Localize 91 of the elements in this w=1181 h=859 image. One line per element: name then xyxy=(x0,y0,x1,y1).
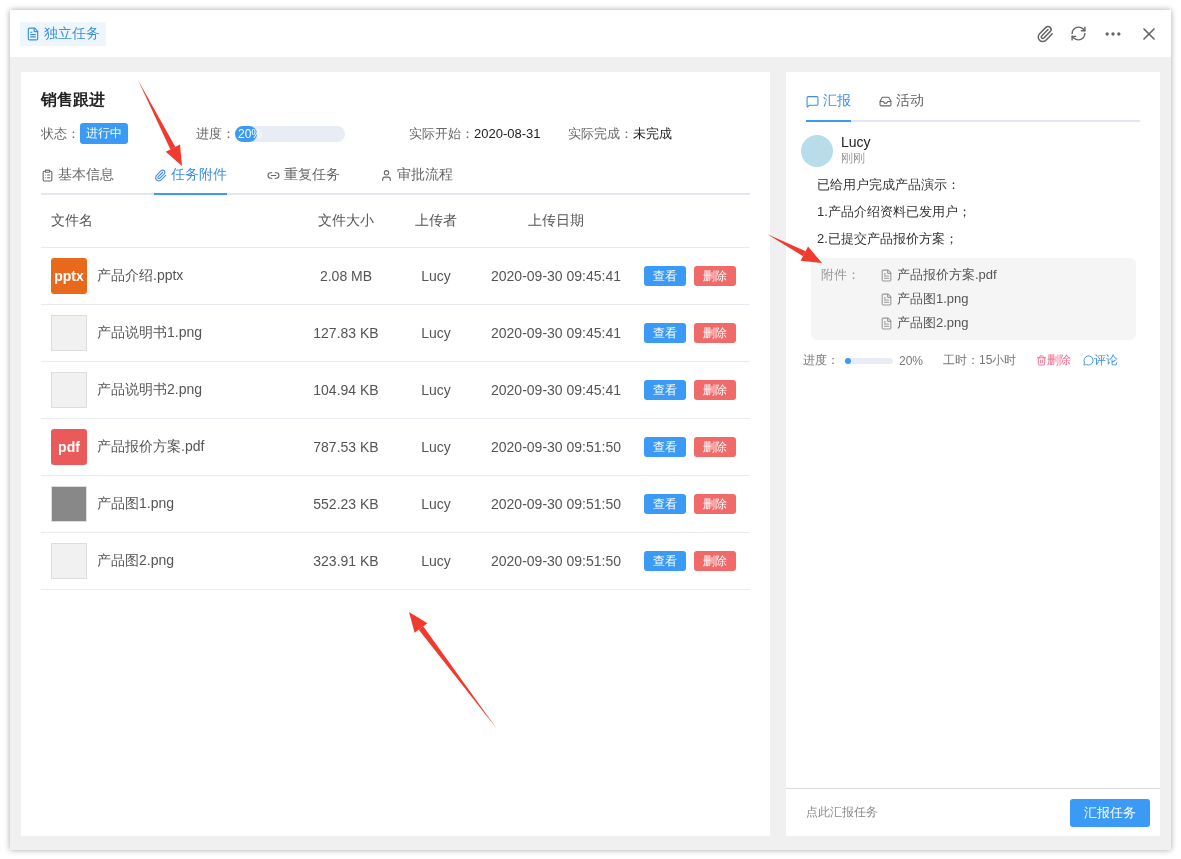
comment-icon xyxy=(1083,355,1095,366)
table-cell-text: 2020-09-30 09:51:50 xyxy=(490,553,622,569)
file-type-badge: pptx xyxy=(51,258,87,294)
file-name: 产品介绍.pptx xyxy=(97,267,184,285)
view-button[interactable]: 查看 xyxy=(644,494,686,514)
table-cell-text: 2020-09-30 09:51:50 xyxy=(490,439,622,455)
avatar xyxy=(801,134,833,167)
list-icon xyxy=(41,168,54,182)
file-name: 产品报价方案.pdf xyxy=(97,438,205,456)
delete-button[interactable]: 删除 xyxy=(694,494,736,514)
image-thumbnail xyxy=(51,543,87,579)
file-icon xyxy=(880,316,893,330)
inbox-icon xyxy=(879,94,892,108)
document-icon xyxy=(26,26,40,41)
table-cell-text: Lucy xyxy=(420,325,452,341)
tab[interactable]: 任务附件 xyxy=(154,166,227,195)
report-text: 1.产品介绍资料已发用户； xyxy=(816,203,972,221)
table-cell-text: 127.83 KB xyxy=(312,325,380,341)
attachment-link[interactable]: 产品图2.png xyxy=(880,314,997,332)
status-label: 状态： xyxy=(41,124,80,143)
task-title: 销售跟进 xyxy=(41,90,106,110)
table-cell-text: 323.91 KB xyxy=(312,553,380,569)
delete-button[interactable]: 删除 xyxy=(694,380,736,400)
table-cell-text: 2020-09-30 09:45:41 xyxy=(490,382,622,398)
table-cell-text: 2020-09-30 09:45:41 xyxy=(490,268,622,284)
file-name: 产品图1.png xyxy=(97,495,175,513)
report-text: 2.已提交产品报价方案； xyxy=(816,230,959,248)
tab[interactable]: 汇报 xyxy=(806,92,851,122)
table-cell-text: Lucy xyxy=(420,496,452,512)
start-date: 2020-08-31 xyxy=(474,126,541,141)
file-name: 产品说明书1.png xyxy=(97,324,203,342)
table-cell-text: Lucy xyxy=(420,268,452,284)
table-cell-text: 2020-09-30 09:45:41 xyxy=(490,325,622,341)
tab[interactable]: 审批流程 xyxy=(380,166,453,195)
attachment-link[interactable]: 产品报价方案.pdf xyxy=(880,266,997,284)
tab[interactable]: 基本信息 xyxy=(41,166,114,195)
table-cell-text: 2.08 MB xyxy=(318,268,374,284)
file-type-badge: pdf xyxy=(51,429,87,465)
progress-label: 进度： xyxy=(803,352,839,369)
table-cell-text: Lucy xyxy=(420,439,452,455)
delete-link[interactable]: 删除 xyxy=(1036,352,1072,369)
report-text: 已给用户完成产品演示： xyxy=(816,176,961,194)
table-cell-text: 552.23 KB xyxy=(312,496,380,512)
post-time: 刚刚 xyxy=(841,150,866,167)
user-icon xyxy=(380,168,393,182)
tab[interactable]: 重复任务 xyxy=(267,166,340,195)
column-header: 文件名 xyxy=(50,212,94,230)
comment-link[interactable]: 评论 xyxy=(1083,352,1119,369)
delete-button[interactable]: 删除 xyxy=(694,266,736,286)
finish-value: 未完成 xyxy=(632,124,672,143)
trash-icon xyxy=(1036,355,1048,366)
column-header: 上传日期 xyxy=(527,212,585,230)
start-label: 实际开始： xyxy=(409,124,474,143)
refresh-icon[interactable] xyxy=(1070,25,1087,42)
attachment-label: 附件： xyxy=(821,266,860,284)
delete-button[interactable]: 删除 xyxy=(694,437,736,457)
view-button[interactable]: 查看 xyxy=(644,323,686,343)
file-name: 产品图2.png xyxy=(97,552,175,570)
column-header: 上传者 xyxy=(414,212,458,230)
attachment-link[interactable]: 产品图1.png xyxy=(880,290,997,308)
file-icon xyxy=(880,268,893,282)
table-cell-text: 2020-09-30 09:51:50 xyxy=(490,496,622,512)
finish-label: 实际完成： xyxy=(567,124,633,143)
table-cell-text: Lucy xyxy=(420,382,452,398)
table-cell-text: Lucy xyxy=(420,553,452,569)
tab[interactable]: 活动 xyxy=(879,92,924,122)
message-icon xyxy=(806,94,819,108)
progress-reading: 20% xyxy=(899,353,924,368)
status-badge: 进行中 xyxy=(80,123,128,144)
delete-button[interactable]: 删除 xyxy=(694,323,736,343)
report-hint: 点此汇报任务 xyxy=(806,804,878,821)
view-button[interactable]: 查看 xyxy=(644,266,686,286)
image-thumbnail xyxy=(51,372,87,408)
table-cell-text: 787.53 KB xyxy=(312,439,380,455)
image-thumbnail xyxy=(51,315,87,351)
column-header: 文件大小 xyxy=(317,212,375,230)
report-button[interactable]: 汇报任务 xyxy=(1070,798,1150,827)
progress-label: 进度： xyxy=(196,124,235,143)
view-button[interactable]: 查看 xyxy=(644,551,686,571)
paperclip-icon xyxy=(154,168,167,182)
window-title-text: 独立任务 xyxy=(44,24,100,43)
paperclip-icon[interactable] xyxy=(1036,24,1054,43)
author-name: Lucy xyxy=(841,134,871,150)
file-icon xyxy=(880,292,893,306)
image-thumbnail xyxy=(51,486,87,522)
view-button[interactable]: 查看 xyxy=(644,380,686,400)
view-button[interactable]: 查看 xyxy=(644,437,686,457)
delete-button[interactable]: 删除 xyxy=(694,551,736,571)
file-name: 产品说明书2.png xyxy=(97,381,203,399)
table-cell-text: 104.94 KB xyxy=(312,382,380,398)
work-hours: 工时：15小时 xyxy=(943,352,1017,369)
